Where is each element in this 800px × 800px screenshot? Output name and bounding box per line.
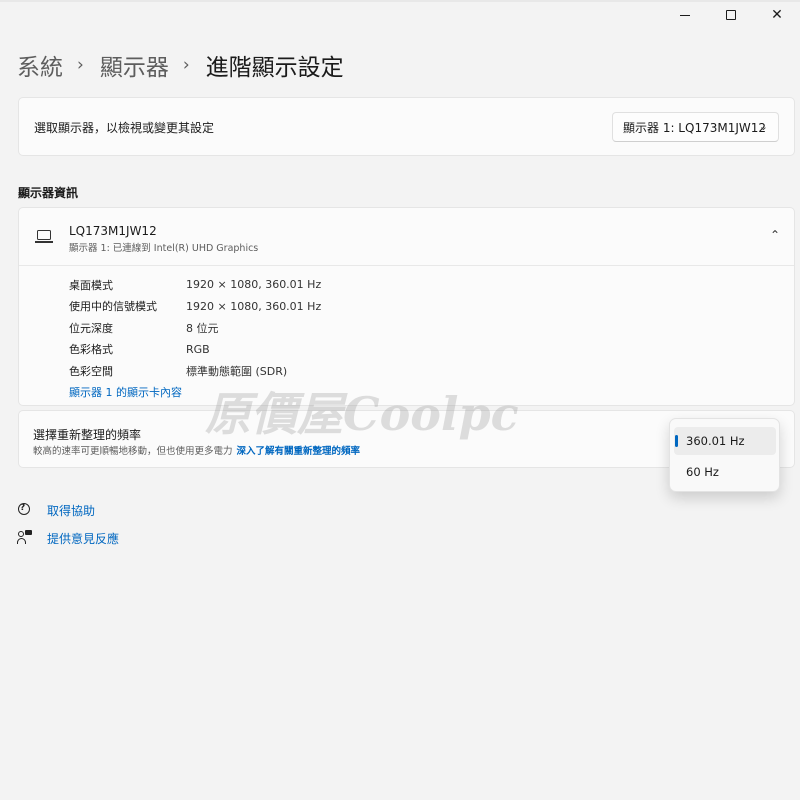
give-feedback-link[interactable]: 提供意見反應 (17, 524, 119, 552)
refresh-rate-learn-more-link[interactable]: 深入了解有關重新整理的頻率 (237, 446, 361, 457)
display-dropdown[interactable]: 顯示器 1: LQ173M1JW12 ⌄ (612, 112, 779, 142)
minimize-button[interactable] (662, 0, 708, 30)
display-info-header[interactable]: LQ173M1JW12 顯示器 1: 已連線到 Intel(R) UHD Gra… (19, 208, 794, 266)
maximize-button[interactable] (708, 0, 754, 30)
monitor-subtitle: 顯示器 1: 已連線到 Intel(R) UHD Graphics (69, 243, 259, 254)
get-help-link[interactable]: ? 取得協助 (17, 496, 119, 524)
feedback-icon (17, 530, 47, 546)
option-label: 360.01 Hz (686, 434, 745, 448)
refresh-rate-description-text: 較高的速率可更順暢地移動，但也使用更多電力 (33, 446, 233, 457)
info-row-bit-depth: 位元深度 8 位元 (69, 317, 321, 339)
minimize-icon (680, 14, 690, 16)
info-value: 1920 × 1080, 360.01 Hz (186, 299, 322, 313)
get-help-label: 取得協助 (47, 503, 96, 518)
give-feedback-label: 提供意見反應 (47, 531, 120, 546)
page-title: 進階顯示設定 (205, 55, 344, 81)
breadcrumb: 系統 › 顯示器 › 進階顯示設定 (17, 48, 344, 82)
display-dropdown-value: 顯示器 1: LQ173M1JW12 (623, 120, 767, 135)
info-label: 位元深度 (69, 321, 113, 335)
chevron-up-icon[interactable]: ⌃ (770, 228, 780, 242)
breadcrumb-separator-icon: › (77, 55, 84, 75)
info-value: RGB (186, 342, 210, 356)
refresh-rate-description: 較高的速率可更順暢地移動，但也使用更多電力 深入了解有關重新整理的頻率 (33, 443, 360, 457)
refresh-rate-title: 選擇重新整理的頻率 (33, 428, 142, 442)
info-row-active-signal-mode: 使用中的信號模式 1920 × 1080, 360.01 Hz (69, 296, 321, 318)
monitor-name: LQ173M1JW12 (69, 224, 157, 238)
help-icon: ? (17, 502, 47, 518)
display-info-card: LQ173M1JW12 顯示器 1: 已連線到 Intel(R) UHD Gra… (18, 207, 795, 406)
selected-indicator (675, 435, 678, 447)
option-label: 60 Hz (686, 465, 719, 479)
info-value: 8 位元 (186, 321, 219, 335)
info-label: 色彩格式 (69, 343, 113, 357)
select-display-card: 選取顯示器，以檢視或變更其設定 顯示器 1: LQ173M1JW12 ⌄ (18, 97, 795, 156)
close-button[interactable]: ✕ (754, 0, 800, 30)
breadcrumb-separator-icon: › (182, 55, 190, 75)
title-bar: ✕ (662, 0, 800, 30)
info-label: 使用中的信號模式 (69, 300, 157, 314)
display-info-rows: 桌面模式 1920 × 1080, 360.01 Hz 使用中的信號模式 192… (69, 274, 321, 382)
footer-links: ? 取得協助 提供意見反應 (17, 496, 119, 552)
info-row-color-format: 色彩格式 RGB (69, 339, 321, 361)
refresh-rate-dropdown-menu: 360.01 Hz 60 Hz (669, 418, 780, 492)
breadcrumb-display[interactable]: 顯示器 (100, 48, 169, 82)
chevron-down-icon: ⌄ (758, 120, 768, 133)
close-icon: ✕ (771, 7, 783, 23)
refresh-rate-option-60[interactable]: 60 Hz (674, 458, 776, 486)
info-row-desktop-mode: 桌面模式 1920 × 1080, 360.01 Hz (69, 274, 321, 296)
display-adapter-properties-link[interactable]: 顯示器 1 的顯示卡內容 (69, 384, 182, 400)
refresh-rate-option-360[interactable]: 360.01 Hz (674, 427, 776, 455)
section-title-display-info: 顯示器資訊 (18, 186, 79, 200)
info-value: 1920 × 1080, 360.01 Hz (186, 278, 322, 292)
laptop-icon (35, 230, 53, 244)
maximize-icon (726, 10, 736, 20)
breadcrumb-system[interactable]: 系統 (17, 48, 63, 82)
info-label: 色彩空間 (69, 364, 113, 378)
info-value: 標準動態範圍 (SDR) (186, 364, 288, 378)
select-display-label: 選取顯示器，以檢視或變更其設定 (34, 121, 215, 135)
info-label: 桌面模式 (69, 278, 113, 292)
info-row-color-space: 色彩空間 標準動態範圍 (SDR) (69, 360, 321, 382)
